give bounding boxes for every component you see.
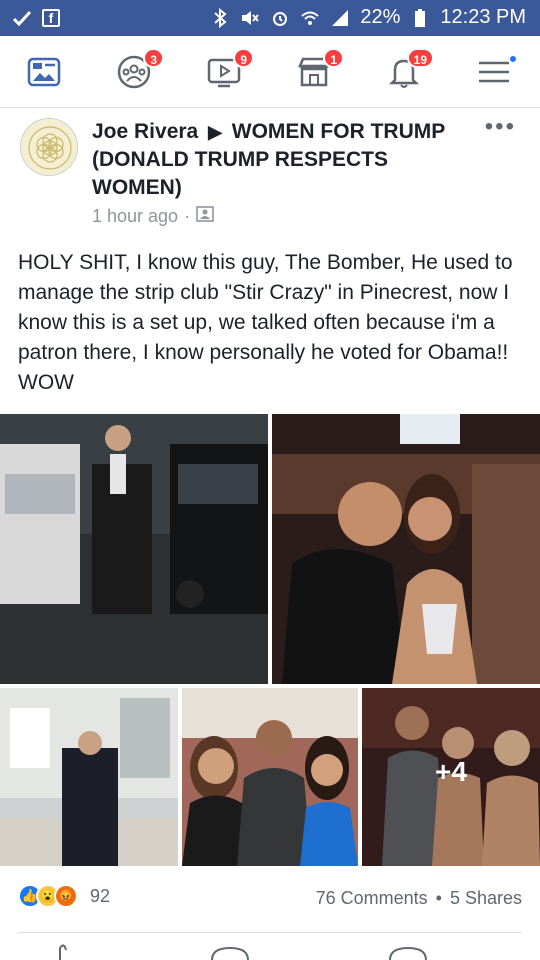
counts-separator: • — [435, 888, 442, 908]
more-photos-overlay[interactable]: +4 — [362, 688, 540, 866]
facebook-icon: f — [42, 9, 60, 27]
meta-separator: · — [184, 206, 191, 226]
reaction-count: 92 — [90, 885, 111, 906]
post-header: Joe Rivera ▶ WOMEN FOR TRUMP (DONALD TRU… — [0, 108, 540, 238]
nav-watch[interactable]: 9 — [206, 48, 254, 94]
comments-count[interactable]: 76 Comments — [316, 888, 428, 909]
action-bar — [0, 940, 540, 960]
news-feed-icon — [27, 57, 61, 87]
top-nav-bar: 3 9 1 19 — [0, 36, 540, 108]
comment-button-icon[interactable] — [211, 946, 249, 960]
nav-groups[interactable]: 3 — [116, 48, 164, 94]
marketplace-badge: 1 — [323, 48, 344, 68]
groups-badge: 3 — [143, 48, 164, 68]
arrow-right-icon: ▶ — [208, 122, 222, 142]
reactions-summary[interactable]: 👍 😮 😡 92 — [18, 884, 110, 908]
angry-icon: 😡 — [54, 884, 78, 908]
photo-3[interactable] — [0, 688, 178, 866]
flower-of-life-image — [21, 119, 77, 175]
couple-at-club-image — [272, 414, 540, 684]
battery-percent: 22% — [360, 6, 401, 28]
photo-1[interactable] — [0, 414, 268, 684]
group-privacy-icon — [196, 206, 214, 227]
post-time[interactable]: 1 hour ago — [92, 206, 178, 227]
post-meta: 1 hour ago · — [92, 206, 214, 227]
notifications-badge: 19 — [406, 48, 434, 68]
author-name[interactable]: Joe Rivera — [92, 120, 198, 143]
photo-2[interactable] — [272, 414, 540, 684]
nav-news-feed[interactable] — [26, 54, 66, 94]
reaction-icons: 👍 😮 😡 — [18, 884, 78, 908]
share-button-icon[interactable] — [389, 946, 427, 960]
photo-grid: +4 — [0, 414, 540, 866]
battery-icon — [410, 8, 430, 28]
man-with-cars-image — [0, 414, 268, 684]
avatar[interactable] — [20, 118, 78, 176]
check-icon — [12, 8, 32, 28]
post-title: Joe Rivera ▶ WOMEN FOR TRUMP (DONALD TRU… — [92, 118, 462, 202]
photo-4[interactable] — [182, 688, 358, 866]
engagement-counts: 76 Comments • 5 Shares — [316, 888, 522, 909]
divider — [18, 932, 522, 933]
nav-marketplace[interactable]: 1 — [296, 48, 344, 94]
watch-badge: 9 — [233, 48, 254, 68]
alarm-icon — [270, 8, 290, 28]
man-in-shop-image — [0, 688, 178, 866]
menu-dot — [508, 54, 518, 64]
bluetooth-icon — [210, 7, 230, 28]
signal-icon — [330, 8, 350, 28]
menu-icon — [479, 61, 509, 83]
clock: 12:23 PM — [440, 6, 526, 28]
status-bar: f 22% 12:23 PM — [0, 0, 540, 36]
photo-5[interactable]: +4 — [362, 688, 540, 866]
more-photos-count: +4 — [435, 756, 467, 787]
more-options-icon[interactable]: ••• — [485, 115, 516, 139]
nav-notifications[interactable]: 19 — [386, 48, 434, 94]
like-button-icon[interactable] — [59, 944, 67, 960]
shares-count[interactable]: 5 Shares — [450, 888, 522, 909]
group-with-women-image — [182, 688, 358, 866]
mute-icon — [240, 8, 260, 28]
nav-menu[interactable] — [476, 54, 518, 94]
post-text: HOLY SHIT, I know this guy, The Bomber, … — [18, 251, 513, 394]
wifi-icon — [300, 8, 320, 28]
